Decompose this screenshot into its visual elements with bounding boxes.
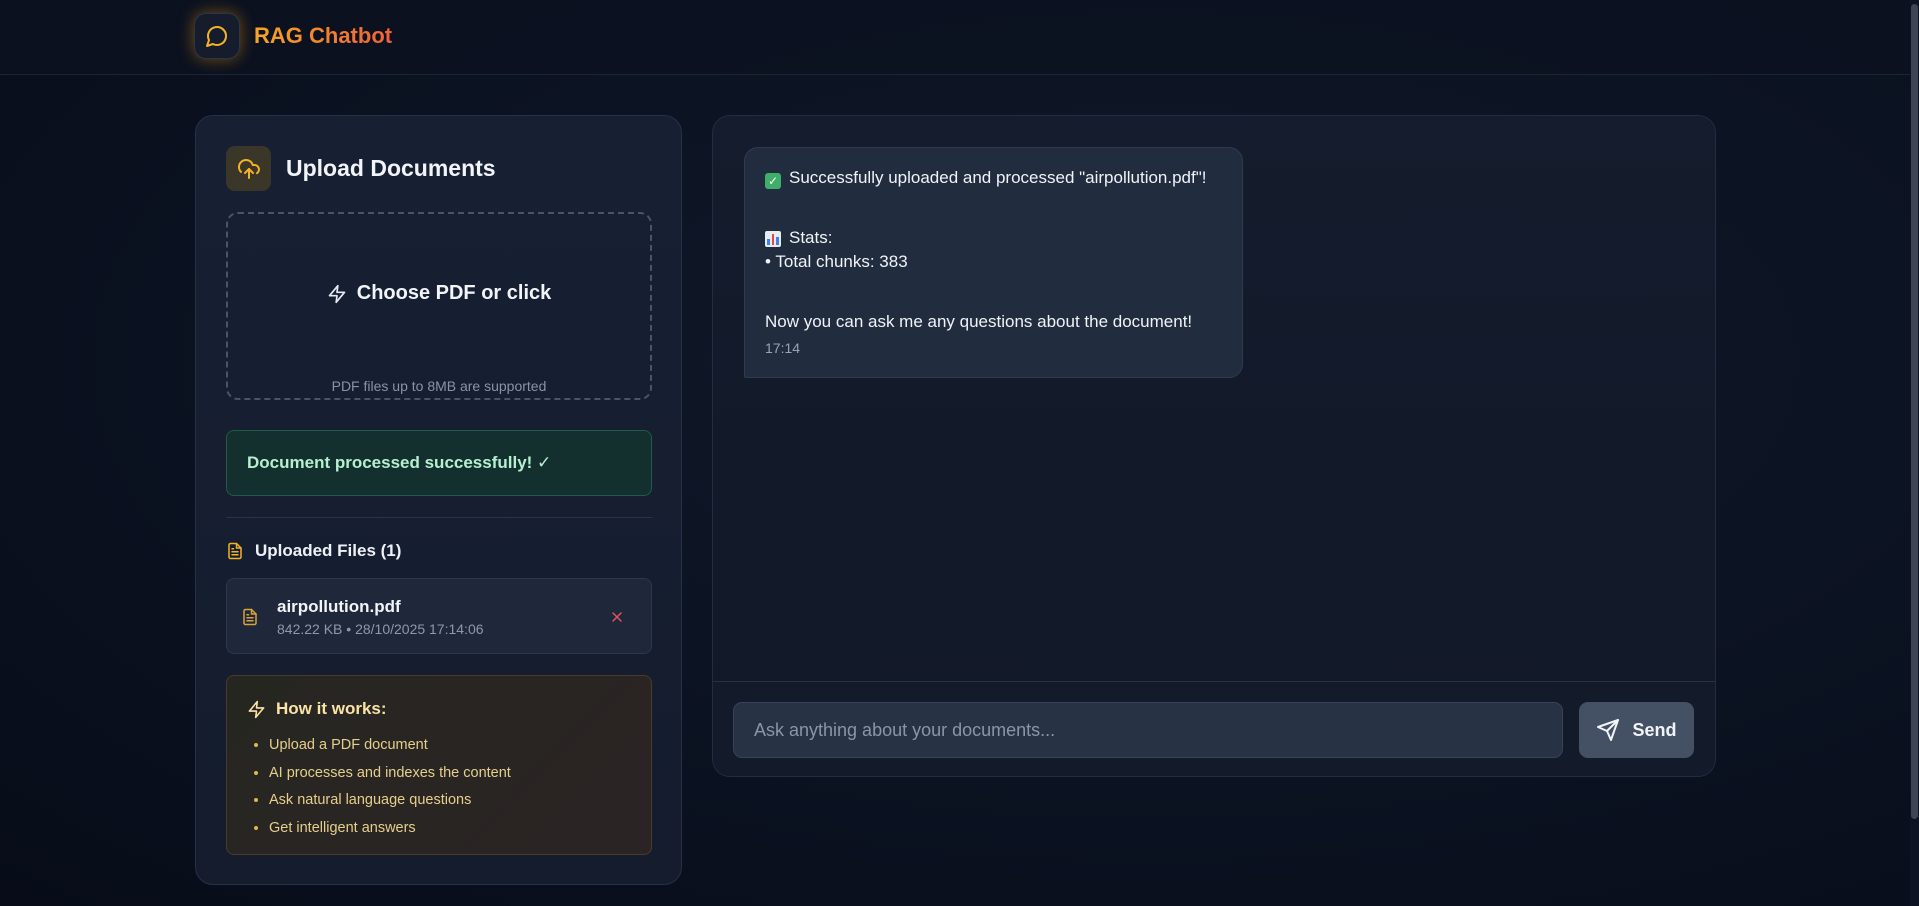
message-prompt: Now you can ask me any questions about t… <box>765 312 1193 331</box>
file-name: airpollution.pdf <box>277 597 401 616</box>
lightning-icon <box>328 284 346 303</box>
document-icon <box>228 542 242 560</box>
page-scrollbar[interactable] <box>1910 0 1919 906</box>
scrollbar-thumb[interactable] <box>1911 4 1918 819</box>
list-item: Get intelligent answers <box>269 815 511 843</box>
list-item: AI processes and indexes the content <box>269 760 511 788</box>
chat-bubble-icon <box>194 13 240 59</box>
send-label: Send <box>1632 719 1677 740</box>
list-item: Upload a PDF document <box>269 732 511 760</box>
message-chunks: • Total chunks: 383 <box>765 252 908 271</box>
send-icon <box>1597 719 1620 741</box>
message-line: Stats: <box>765 226 1222 250</box>
pdf-dropzone[interactable]: Choose PDF or click PDF files up to 8MB … <box>226 212 652 400</box>
upload-header: Upload Documents <box>226 146 496 191</box>
lightning-icon <box>248 700 265 718</box>
close-icon <box>612 612 622 622</box>
file-meta: 842.22 KB • 28/10/2025 17:14:06 <box>277 621 484 637</box>
top-header: RAG Chatbot <box>0 0 1910 75</box>
message-line: ✓ Successfully uploaded and processed "ai… <box>765 166 1222 190</box>
how-it-works-panel: How it works: Upload a PDF document AI p… <box>226 675 652 855</box>
how-it-works-title: How it works: <box>247 699 387 719</box>
file-item[interactable]: airpollution.pdf 842.22 KB • 28/10/2025 … <box>226 578 652 654</box>
divider <box>226 517 652 518</box>
send-button[interactable]: Send <box>1579 702 1694 758</box>
document-icon <box>241 606 259 633</box>
dropzone-label: Choose PDF or click <box>356 282 552 304</box>
status-message: Document processed successfully! ✓ <box>226 430 652 496</box>
chat-panel: ✓ Successfully uploaded and processed "ai… <box>712 115 1716 777</box>
how-it-works-label: How it works: <box>276 699 387 718</box>
check-mark-icon: ✓ <box>765 173 781 189</box>
uploaded-files-label: Uploaded Files (1) <box>255 541 402 560</box>
bot-message: ✓ Successfully uploaded and processed "ai… <box>744 147 1243 378</box>
upload-title: Upload Documents <box>286 155 496 181</box>
cloud-upload-icon <box>226 146 271 191</box>
uploaded-files-heading: Uploaded Files (1) <box>226 541 401 561</box>
chat-composer: Send <box>713 681 1715 776</box>
app-title: RAG Chatbot <box>254 23 393 48</box>
message-timestamp: 17:14 <box>765 340 801 356</box>
message-upload-text: Successfully uploaded and processed "air… <box>789 168 1207 187</box>
bar-chart-icon <box>765 231 781 247</box>
dropzone-label-row[interactable]: Choose PDF or click <box>228 282 650 305</box>
remove-file-button[interactable] <box>607 607 627 627</box>
message-stats-label: Stats: <box>789 228 833 247</box>
upload-panel: Upload Documents Choose PDF or click PDF… <box>195 115 682 885</box>
how-it-works-list: Upload a PDF document AI processes and i… <box>269 732 511 842</box>
chat-input[interactable] <box>733 702 1563 758</box>
list-item: Ask natural language questions <box>269 787 511 815</box>
brand[interactable]: RAG Chatbot <box>194 13 392 59</box>
dropzone-hint: PDF files up to 8MB are supported <box>331 378 547 394</box>
